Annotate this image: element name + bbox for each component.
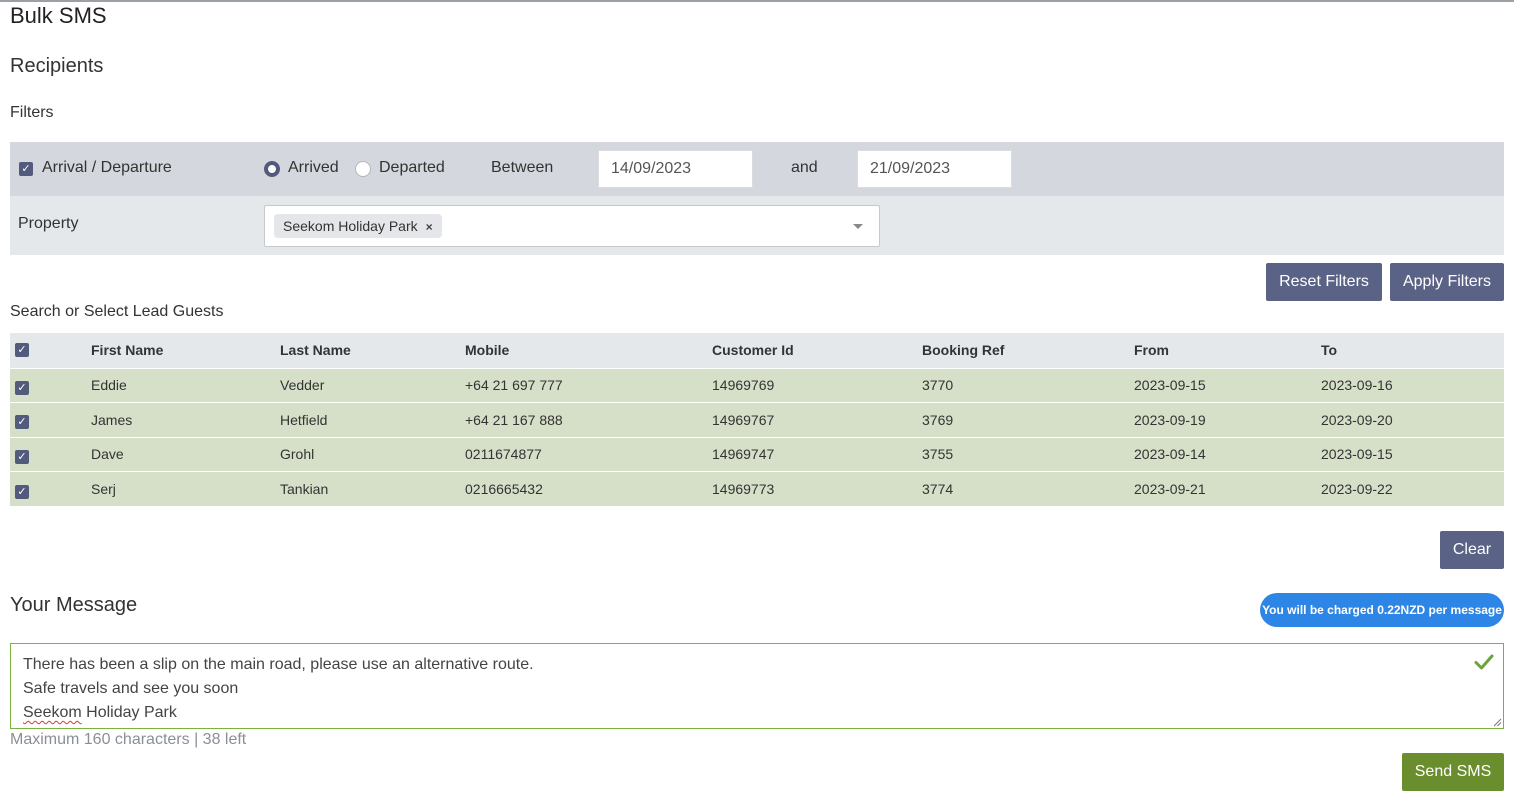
cell-to: 2023-09-20 (1321, 402, 1504, 437)
cell-from: 2023-09-15 (1134, 367, 1321, 403)
row-checkbox[interactable]: ✓ (15, 415, 29, 430)
arrival-departure-label: Arrival / Departure (42, 159, 172, 176)
cell-from: 2023-09-19 (1134, 402, 1321, 437)
row-checkbox[interactable]: ✓ (15, 484, 29, 499)
column-header-customer-id[interactable]: Customer Id (712, 333, 922, 368)
between-label: Between (491, 159, 554, 176)
column-header-last-name[interactable]: Last Name (280, 333, 465, 368)
date-to-input[interactable]: 21/09/2023 (857, 150, 1012, 188)
signature-rest: Holiday Park (81, 704, 177, 721)
table-row[interactable]: ✓ Eddie Vedder +64 21 697 777 14969769 3… (10, 367, 1504, 403)
cell-mobile: +64 21 167 888 (465, 402, 712, 437)
column-header-from[interactable]: From (1134, 333, 1321, 368)
select-all-checkbox[interactable]: ✓ (15, 342, 29, 357)
row-select-cell: ✓ (10, 436, 91, 472)
select-all-cell: ✓ (10, 333, 91, 368)
row-select-cell: ✓ (10, 402, 91, 437)
tag-remove-icon[interactable]: × (426, 220, 433, 234)
send-sms-button[interactable]: Send SMS (1402, 753, 1504, 791)
property-tag: Seekom Holiday Park × (274, 214, 442, 238)
message-line: There has been a slip on the main road, … (23, 656, 534, 673)
arrived-radio[interactable] (264, 161, 280, 177)
cell-booking-ref: 3755 (922, 436, 1134, 472)
clear-button[interactable]: Clear (1440, 531, 1504, 569)
departed-label: Departed (379, 159, 445, 176)
property-tag-label: Seekom Holiday Park (283, 218, 418, 234)
column-header-first-name[interactable]: First Name (91, 333, 280, 368)
cell-last-name: Vedder (280, 367, 465, 403)
message-line: Safe travels and see you soon (23, 680, 239, 697)
property-label: Property (18, 215, 79, 232)
your-message-heading: Your Message (10, 594, 138, 616)
cell-from: 2023-09-21 (1134, 471, 1321, 506)
table-row[interactable]: ✓ Serj Tankian 0216665432 14969773 3774 … (10, 471, 1504, 506)
and-label: and (791, 159, 818, 176)
filters-label: Filters (10, 104, 54, 121)
spellcheck-word: Seekom (23, 704, 82, 721)
guests-table: ✓ First Name Last Name Mobile Customer I… (10, 333, 1504, 506)
page-title: Bulk SMS (10, 3, 107, 28)
departed-radio[interactable] (355, 161, 371, 177)
cell-mobile: +64 21 697 777 (465, 367, 712, 403)
chevron-down-icon[interactable] (853, 224, 863, 229)
table-row[interactable]: ✓ Dave Grohl 0211674877 14969747 3755 20… (10, 436, 1504, 472)
cell-customer-id: 14969769 (712, 367, 922, 403)
row-checkbox[interactable]: ✓ (15, 380, 29, 395)
resize-handle-icon[interactable] (1493, 718, 1502, 727)
cell-customer-id: 14969767 (712, 402, 922, 437)
cell-last-name: Hetfield (280, 402, 465, 437)
property-select[interactable]: Seekom Holiday Park × (264, 205, 880, 247)
checkmark-icon (1474, 654, 1494, 670)
cell-first-name: Serj (91, 471, 280, 506)
cell-to: 2023-09-22 (1321, 471, 1504, 506)
column-header-mobile[interactable]: Mobile (465, 333, 712, 368)
cell-booking-ref: 3774 (922, 471, 1134, 506)
cell-last-name: Grohl (280, 436, 465, 472)
search-guests-label: Search or Select Lead Guests (10, 303, 224, 320)
cell-customer-id: 14969747 (712, 436, 922, 472)
column-header-to[interactable]: To (1321, 333, 1504, 368)
arrived-label: Arrived (288, 159, 339, 176)
row-checkbox[interactable]: ✓ (15, 449, 29, 464)
recipients-heading: Recipients (10, 55, 104, 77)
cell-to: 2023-09-16 (1321, 367, 1504, 403)
character-counter: Maximum 160 characters | 38 left (10, 731, 247, 748)
cell-mobile: 0216665432 (465, 471, 712, 506)
cell-last-name: Tankian (280, 471, 465, 506)
apply-filters-button[interactable]: Apply Filters (1390, 263, 1504, 301)
cell-customer-id: 14969773 (712, 471, 922, 506)
row-select-cell: ✓ (10, 367, 91, 403)
cell-booking-ref: 3769 (922, 402, 1134, 437)
arrival-departure-checkbox[interactable]: ✓ (19, 162, 33, 176)
message-textarea[interactable]: There has been a slip on the main road, … (10, 643, 1504, 729)
cell-first-name: Eddie (91, 367, 280, 403)
table-row[interactable]: ✓ James Hetfield +64 21 167 888 14969767… (10, 402, 1504, 437)
charge-notice-badge: You will be charged 0.22NZD per message (1260, 593, 1504, 627)
message-signature: Seekom Holiday Park (23, 701, 1491, 725)
arrival-departure-filter-row: ✓ Arrival / Departure Arrived Departed B… (10, 142, 1504, 196)
cell-first-name: Dave (91, 436, 280, 472)
table-header-row: ✓ First Name Last Name Mobile Customer I… (10, 333, 1504, 368)
cell-first-name: James (91, 402, 280, 437)
date-from-input[interactable]: 14/09/2023 (598, 150, 753, 188)
cell-from: 2023-09-14 (1134, 436, 1321, 472)
cell-mobile: 0211674877 (465, 436, 712, 472)
cell-booking-ref: 3770 (922, 367, 1134, 403)
top-border (0, 0, 1514, 2)
reset-filters-button[interactable]: Reset Filters (1266, 263, 1382, 301)
row-select-cell: ✓ (10, 471, 91, 506)
column-header-booking-ref[interactable]: Booking Ref (922, 333, 1134, 368)
cell-to: 2023-09-15 (1321, 436, 1504, 472)
